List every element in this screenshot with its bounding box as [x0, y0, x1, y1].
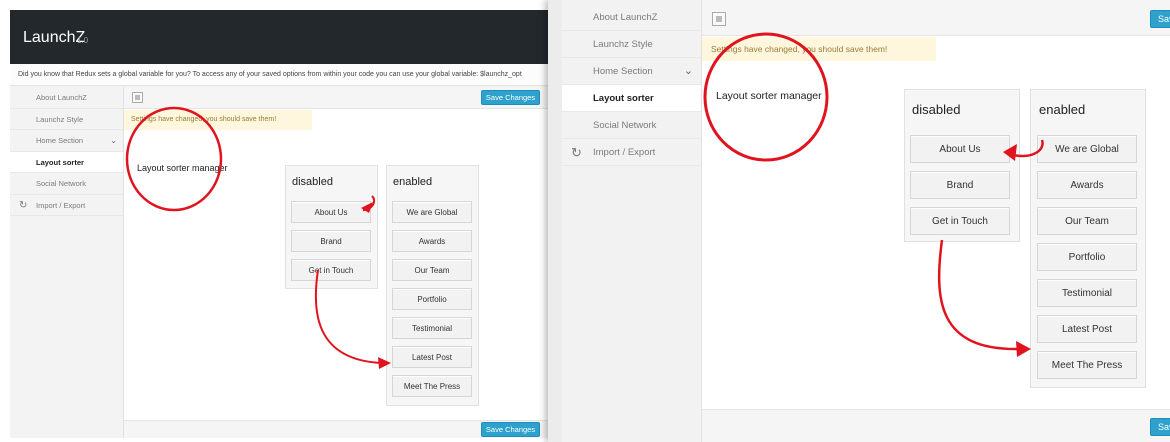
sortable-item[interactable]: Brand — [291, 230, 371, 252]
sidebar-item-about-launchz[interactable]: About LaunchZ — [562, 4, 701, 31]
sortable-item[interactable]: Meet The Press — [392, 375, 472, 397]
save-changes-button[interactable]: Save Changes — [481, 90, 540, 105]
sortable-item[interactable]: Get in Touch — [910, 207, 1010, 235]
layout-sorter-label: Layout sorter manager — [137, 163, 228, 173]
layout-sorter-label: Layout sorter manager — [716, 90, 822, 102]
disabled-column-title: disabled — [912, 102, 961, 117]
main-content: Save Changes Settings have changed, you … — [124, 87, 548, 438]
save-changes-button-footer[interactable]: Sav — [1150, 418, 1170, 436]
content-footer: Sav — [702, 409, 1170, 442]
sortable-item[interactable]: Our Team — [1037, 207, 1137, 235]
sidebar-item-label: Social Network — [36, 179, 87, 188]
sortable-item[interactable]: Latest Post — [392, 346, 472, 368]
sidebar-item-import-export[interactable]: ↻ Import / Export — [562, 139, 701, 166]
sortable-item[interactable]: Portfolio — [392, 288, 472, 310]
sidebar-item-label: Layout sorter — [593, 93, 654, 104]
sidebar-item-label: Social Network — [593, 120, 657, 131]
options-panel-zoomed: About LaunchZ Launchz Style Home Section… — [548, 0, 1170, 442]
sidebar-item-layout-sorter[interactable]: Layout sorter — [10, 151, 123, 173]
settings-changed-notice: Settings have changed, you should save t… — [702, 37, 936, 61]
sortable-item[interactable]: Portfolio — [1037, 243, 1137, 271]
toolbar: Save Changes — [124, 87, 548, 109]
expand-options-icon[interactable] — [712, 12, 726, 26]
app-header: LaunchZ 1.0 — [10, 10, 548, 64]
sidebar-item-launchz-style[interactable]: Launchz Style — [562, 31, 701, 58]
options-panel-full: LaunchZ 1.0 Did you know that Redux sets… — [10, 10, 548, 438]
sortable-item[interactable]: Get in Touch — [291, 259, 371, 281]
enabled-column-title: enabled — [393, 176, 433, 188]
toolbar: Sav — [702, 0, 1170, 36]
sortable-item[interactable]: Awards — [392, 230, 472, 252]
sidebar: About LaunchZ Launchz Style Home Section… — [562, 0, 702, 442]
sidebar-item-label: Import / Export — [593, 147, 656, 158]
sidebar-item-import-export[interactable]: ↻ Import / Export — [10, 195, 123, 216]
disabled-column-title: disabled — [292, 176, 333, 188]
sortable-item[interactable]: Brand — [910, 171, 1010, 199]
sidebar-item-label: Launchz Style — [593, 39, 653, 50]
save-changes-button-footer[interactable]: Save Changes — [481, 422, 540, 437]
sidebar-item-layout-sorter[interactable]: Layout sorter — [562, 85, 701, 112]
chevron-down-icon[interactable]: ⌄ — [684, 58, 693, 85]
sortable-item[interactable]: Testimonial — [1037, 279, 1137, 307]
sidebar-item-label: Import / Export — [36, 200, 86, 210]
sortable-item[interactable]: About Us — [291, 201, 371, 223]
sortable-item[interactable]: Our Team — [392, 259, 472, 281]
sortable-item[interactable]: We are Global — [392, 201, 472, 223]
sidebar-item-launchz-style[interactable]: Launchz Style — [10, 109, 123, 130]
refresh-icon: ↻ — [571, 145, 582, 160]
sidebar-item-home-section[interactable]: Home Section ⌄ — [10, 130, 123, 152]
sortable-item[interactable]: About Us — [910, 135, 1010, 163]
global-variable-notice: Did you know that Redux sets a global va… — [10, 64, 548, 86]
content-footer: Save Changes — [124, 420, 548, 438]
sortable-item[interactable]: Awards — [1037, 171, 1137, 199]
app-version: 1.0 — [77, 36, 89, 45]
settings-changed-notice: Settings have changed, you should save t… — [124, 110, 312, 130]
sidebar: About LaunchZ Launchz Style Home Section… — [10, 87, 124, 438]
save-changes-button[interactable]: Sav — [1150, 10, 1170, 28]
sortable-item[interactable]: Meet The Press — [1037, 351, 1137, 379]
enabled-column-title: enabled — [1039, 102, 1086, 117]
sidebar-item-label: Home Section — [36, 136, 84, 145]
refresh-icon: ↻ — [19, 199, 28, 211]
sidebar-item-label: About LaunchZ — [36, 93, 87, 102]
chevron-down-icon[interactable]: ⌄ — [110, 130, 117, 152]
sidebar-item-label: Launchz Style — [36, 114, 84, 124]
sidebar-item-about-launchz[interactable]: About LaunchZ — [10, 87, 123, 109]
sidebar-item-home-section[interactable]: Home Section ⌄ — [562, 58, 701, 85]
sidebar-item-label: About LaunchZ — [593, 12, 658, 23]
screenshot-stage: LaunchZ 1.0 Did you know that Redux sets… — [0, 0, 1170, 442]
expand-options-icon[interactable] — [132, 92, 143, 103]
sidebar-item-social-network[interactable]: Social Network — [10, 173, 123, 195]
sidebar-item-label: Home Section — [593, 66, 653, 77]
sidebar-item-label: Layout sorter — [36, 157, 84, 167]
main-content: Sav Settings have changed, you should sa… — [702, 0, 1170, 442]
sortable-item[interactable]: Testimonial — [392, 317, 472, 339]
sortable-item[interactable]: We are Global — [1037, 135, 1137, 163]
sortable-item[interactable]: Latest Post — [1037, 315, 1137, 343]
sidebar-item-social-network[interactable]: Social Network — [562, 112, 701, 139]
app-title: LaunchZ — [23, 29, 86, 46]
